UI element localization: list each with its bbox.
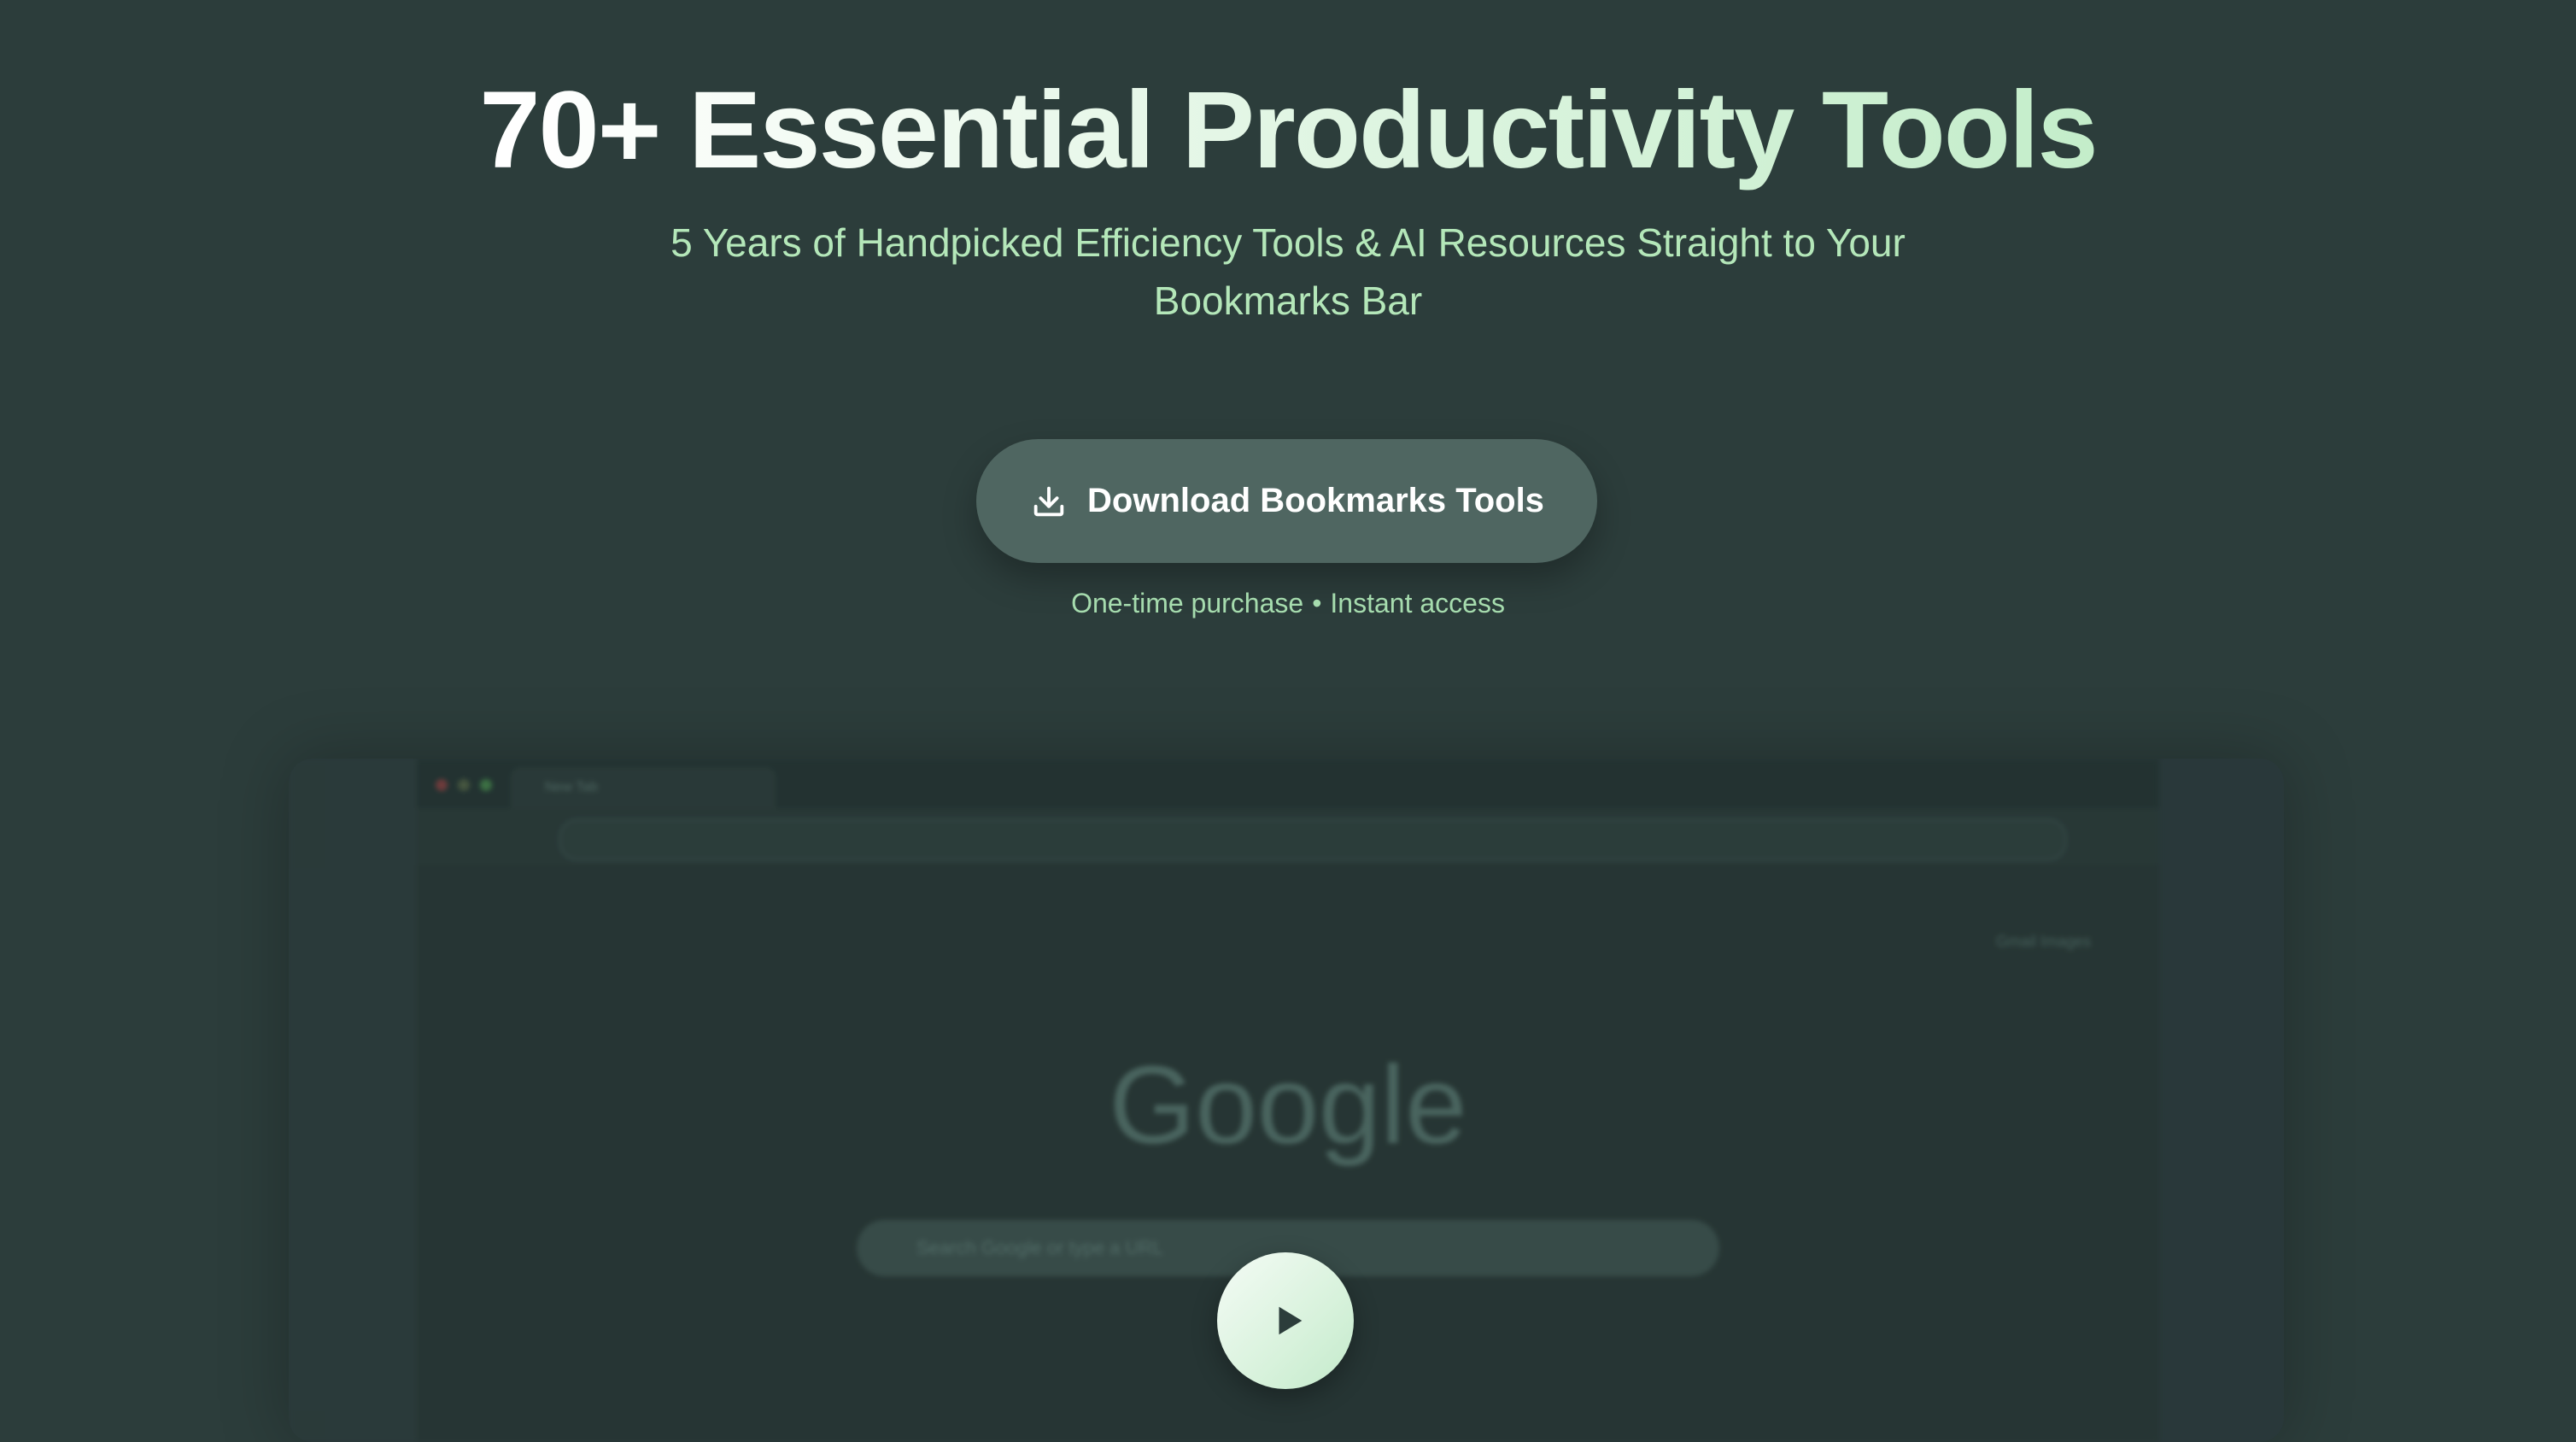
- google-logo: Google: [1109, 1042, 1467, 1167]
- close-dot-icon: [436, 779, 448, 791]
- preview-toolbar: [417, 808, 2159, 865]
- preview-tab: New Tab: [511, 767, 776, 808]
- preview-address-bar: [559, 818, 2067, 861]
- purchase-note: One-time purchase • Instant access: [0, 588, 2576, 619]
- page-title: 70+ Essential Productivity Tools: [0, 67, 2576, 195]
- preview-top-links: Gmail Images: [1995, 933, 2091, 950]
- zoom-dot-icon: [480, 779, 492, 791]
- minimize-dot-icon: [458, 779, 470, 791]
- download-icon: [1033, 486, 1064, 516]
- preview-sidebar: [289, 759, 419, 1442]
- download-button-label: Download Bookmarks Tools: [1087, 482, 1544, 519]
- preview-tab-bar: New Tab: [417, 759, 2159, 808]
- download-button[interactable]: Download Bookmarks Tools: [976, 439, 1597, 563]
- purchase-note-right: Instant access: [1330, 588, 1505, 618]
- note-separator: •: [1312, 588, 1322, 618]
- page-subtitle: 5 Years of Handpicked Efficiency Tools &…: [670, 220, 1906, 323]
- play-video-button[interactable]: [1217, 1252, 1354, 1389]
- play-icon: [1279, 1306, 1303, 1335]
- purchase-note-left: One-time purchase: [1071, 588, 1304, 618]
